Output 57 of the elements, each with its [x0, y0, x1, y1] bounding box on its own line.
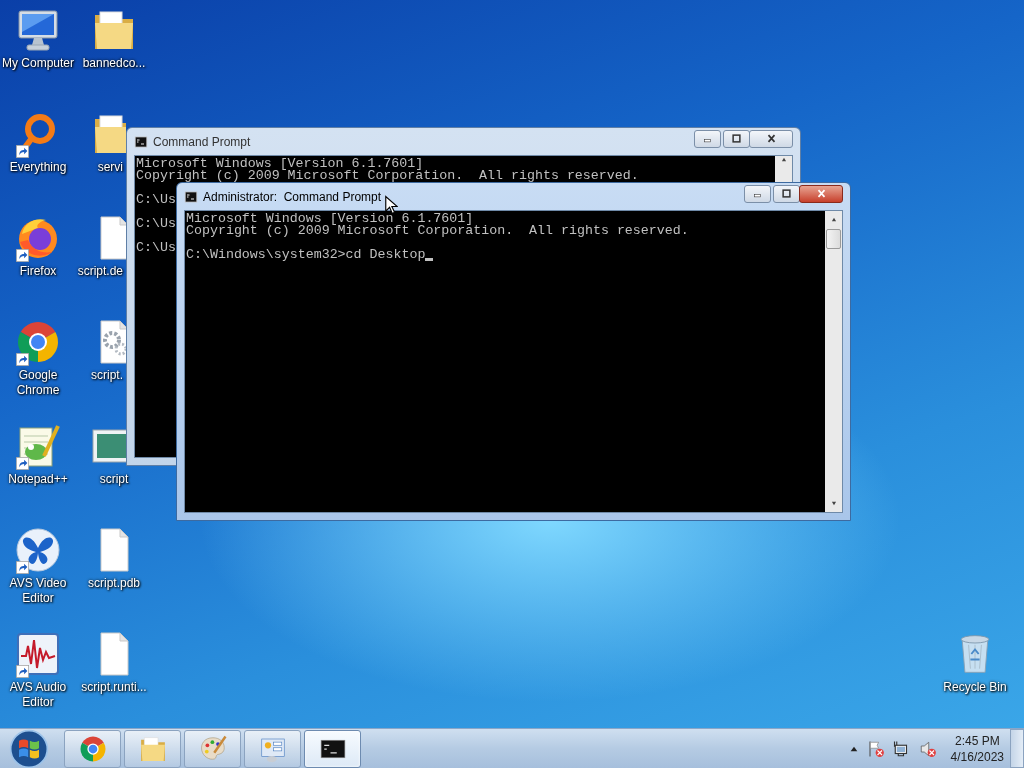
console-line: C:\Us [136, 194, 176, 206]
shortcut-arrow-icon [16, 353, 29, 366]
icon-label[interactable]: script.runti... [81, 680, 147, 695]
icon-label[interactable]: bannedco... [82, 56, 146, 71]
console-line: Copyright (c) 2009 Microsoft Corporation. All rights reserved. [136, 170, 639, 182]
close-icon [815, 189, 827, 198]
scroll-down-arrow-icon[interactable] [829, 501, 838, 506]
console-line: Copyright (c) 2009 Microsoft Corporation. All rights reserved. [186, 225, 689, 237]
window-title: Administrator: Command Prompt [203, 189, 383, 204]
windows-logo-icon [9, 728, 49, 768]
show-hidden-icons-button[interactable] [848, 744, 859, 753]
icon-label[interactable]: script. [91, 368, 123, 383]
speaker-icon[interactable] [918, 739, 937, 758]
close-icon [765, 134, 777, 143]
close-button[interactable] [749, 129, 793, 148]
console-line: C:\Us [136, 242, 176, 254]
icon-label[interactable]: AVS Audio Editor [1, 680, 75, 710]
icon-label[interactable]: servi [97, 160, 123, 175]
console-line: C:\Us [136, 218, 176, 230]
scroll-thumb[interactable] [826, 229, 841, 249]
waveform-icon[interactable] [14, 630, 62, 678]
console-line: C:\Windows\system32>cd Desktop [186, 249, 426, 261]
console-line: Microsoft Windows [Version 6.1.7601] [186, 213, 474, 225]
maximize-icon [731, 134, 742, 143]
maximize-icon [781, 189, 792, 198]
shortcut-arrow-icon [16, 249, 29, 262]
shortcut-arrow-icon [16, 145, 29, 158]
close-button[interactable] [799, 184, 843, 203]
scrollbar[interactable] [775, 156, 792, 182]
icon-label[interactable]: Everything [9, 160, 67, 175]
clock-time[interactable]: 2:45 PM [954, 732, 1000, 749]
icon-label[interactable]: script.pdb [88, 576, 140, 591]
console-icon [184, 190, 198, 203]
console-line: Microsoft Windows [Version 6.1.7601] [136, 158, 424, 170]
icon-label[interactable]: script [99, 472, 129, 487]
shortcut-arrow-icon [16, 665, 29, 678]
icon-label[interactable]: Google Chrome [1, 368, 75, 398]
icon-label[interactable]: AVS Video Editor [1, 576, 75, 606]
flag-icon[interactable] [866, 739, 885, 758]
shortcut-arrow-icon [16, 457, 29, 470]
scroll-up-arrow-icon[interactable] [779, 157, 788, 163]
icon-label[interactable]: script.de [77, 264, 123, 279]
console-icon [134, 135, 148, 148]
scrollbar[interactable] [825, 211, 842, 512]
mouse-pointer-icon [385, 195, 398, 215]
clock-date[interactable]: 4/16/2023 [950, 748, 1004, 765]
icon-label[interactable]: Notepad++ [8, 472, 68, 487]
butterfly-icon[interactable] [14, 526, 62, 574]
icon-label[interactable]: My Computer [2, 56, 74, 71]
maximize-button[interactable] [773, 184, 800, 203]
maximize-button[interactable] [723, 129, 750, 148]
window-title: Command Prompt [153, 134, 252, 149]
taskbar-button[interactable] [304, 729, 361, 768]
shortcut-arrow-icon [16, 561, 29, 574]
command-window[interactable]: Administrator: Command Prompt Microsoft Windows [Version 6.1.7601] Copyright (c) 2009 Microsoft Corporation. All rights reserved. C:\Windows\system32>cd Desktop [176, 182, 851, 521]
scroll-up-arrow-icon[interactable] [829, 217, 838, 222]
icon-label[interactable]: Firefox [19, 264, 57, 279]
